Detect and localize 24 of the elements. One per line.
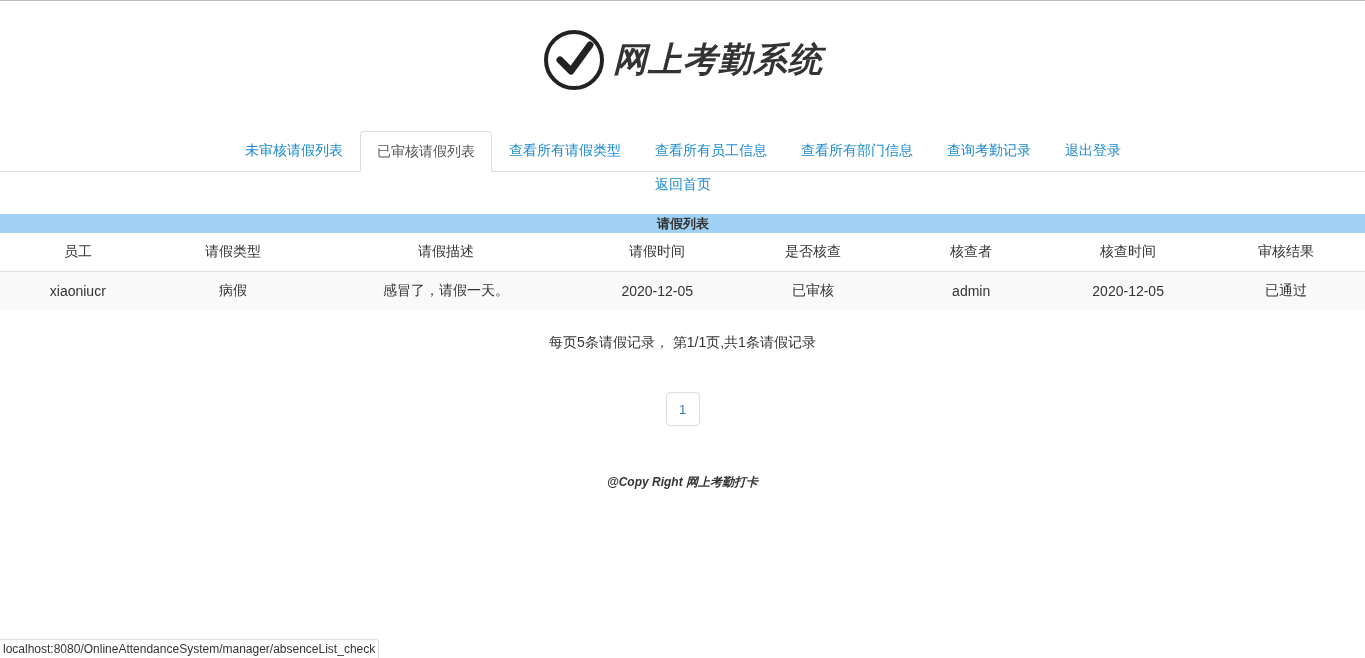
copyright-text: @Copy Right 网上考勤打卡 (606, 474, 760, 491)
column-header: 请假时间 (581, 233, 733, 272)
page-button[interactable]: 1 (665, 392, 700, 426)
table-cell: 已审核 (733, 271, 893, 310)
nav-tab[interactable]: 已审核请假列表 (359, 131, 492, 172)
table-cell: 2020-12-05 (1049, 271, 1207, 310)
check-circle-icon (542, 29, 605, 91)
table-cell: 感冒了，请假一天。 (311, 271, 582, 310)
status-bar: localhost:8080/OnlineAttendanceSystem/manager/absenceList_check (0, 639, 380, 658)
table-cell: 2020-12-05 (581, 271, 733, 310)
column-header: 核查时间 (1049, 233, 1207, 272)
column-header: 是否核查 (733, 233, 893, 272)
table-cell: xiaoniucr (0, 271, 156, 310)
home-link[interactable]: 返回首页 (654, 174, 711, 194)
column-header: 请假类型 (155, 233, 312, 272)
table-cell: admin (892, 271, 1050, 310)
table-caption: 请假列表 (0, 214, 1365, 233)
column-header: 审核结果 (1206, 233, 1365, 272)
column-header: 员工 (0, 233, 156, 272)
table-cell: 病假 (155, 271, 312, 310)
page-summary: 每页5条请假记录， 第1/1页,共1条请假记录 (548, 333, 817, 352)
column-header: 核查者 (892, 233, 1050, 272)
table-cell: 已通过 (1206, 271, 1365, 310)
column-header: 请假描述 (311, 233, 582, 272)
